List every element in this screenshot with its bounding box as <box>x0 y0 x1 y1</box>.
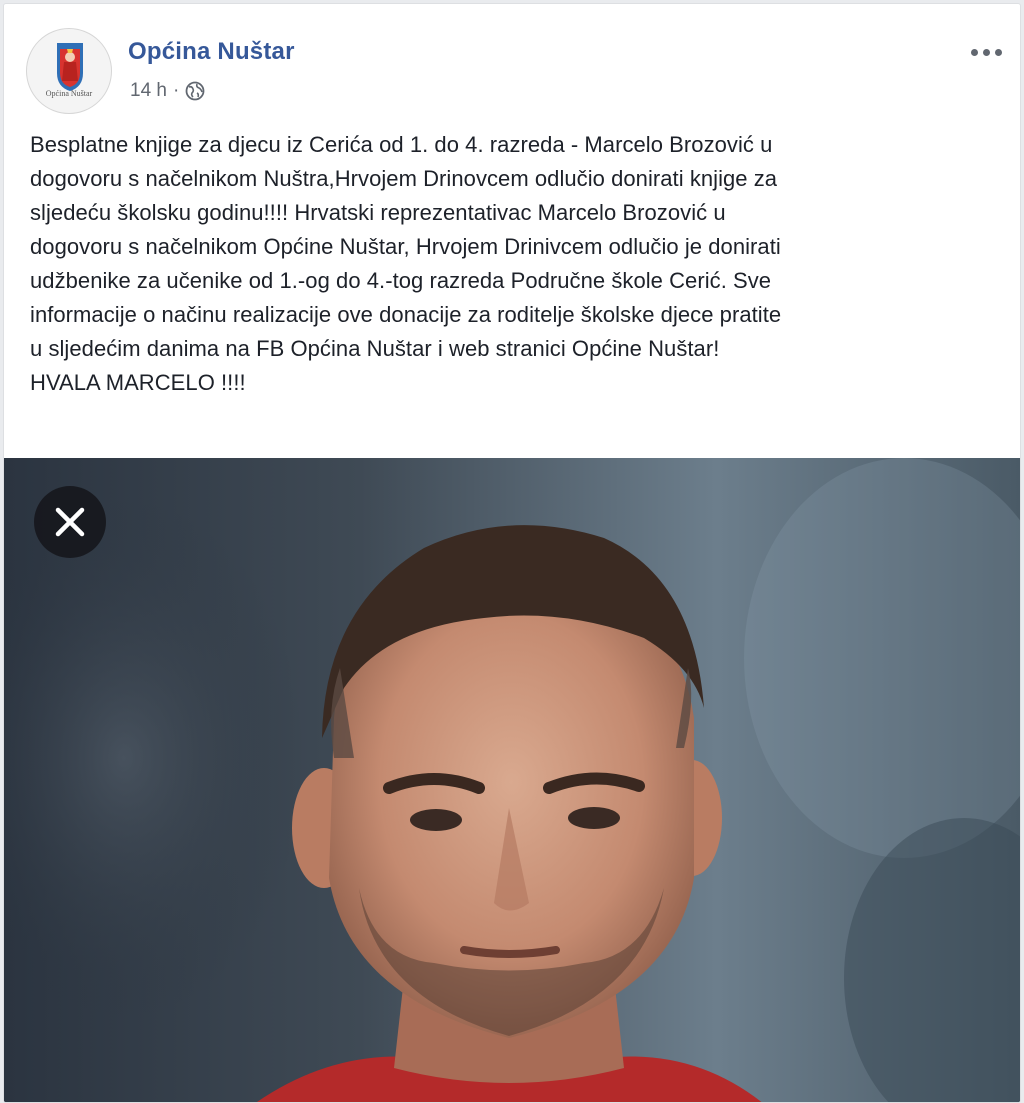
page-name-link[interactable]: Općina Nuštar <box>128 38 295 66</box>
post-text-line: dogovoru s načelnikom Nuštra,Hrvojem Dri… <box>30 166 778 191</box>
post-text-line: udžbenike za učenike od 1.-og do 4.-tog … <box>30 268 772 293</box>
avatar-logo-text: Općina Nuštar <box>45 89 93 98</box>
post-header: Općina Nuštar Općina Nuštar 14 h · <box>4 4 1020 114</box>
post-text-line: informacije o načinu realizacije ove don… <box>30 302 782 327</box>
post-text-line: u sljedećim danima na FB Općina Nuštar i… <box>30 336 720 361</box>
more-options-icon[interactable] <box>966 42 1006 62</box>
player-portrait-image <box>4 458 1020 1102</box>
meta-separator: · <box>172 80 180 101</box>
post-text: Besplatne knjige za djecu iz Cerića od 1… <box>30 128 1005 400</box>
post-card: Općina Nuštar Općina Nuštar 14 h · Bespl… <box>3 3 1021 1103</box>
post-photo[interactable] <box>4 458 1020 1102</box>
avatar[interactable]: Općina Nuštar <box>26 28 112 114</box>
post-text-line: sljedeću školsku godinu!!!! Hrvatski rep… <box>30 200 726 225</box>
globe-icon[interactable] <box>185 81 205 101</box>
close-icon[interactable] <box>34 486 106 558</box>
post-meta: 14 h · <box>130 80 205 102</box>
post-text-line: dogovoru s načelnikom Općine Nuštar, Hrv… <box>30 234 781 259</box>
municipality-logo-icon <box>57 43 83 91</box>
post-text-line: HVALA MARCELO !!!! <box>30 370 246 395</box>
post-text-line: Besplatne knjige za djecu iz Cerića od 1… <box>30 132 773 157</box>
timestamp[interactable]: 14 h <box>130 80 167 102</box>
